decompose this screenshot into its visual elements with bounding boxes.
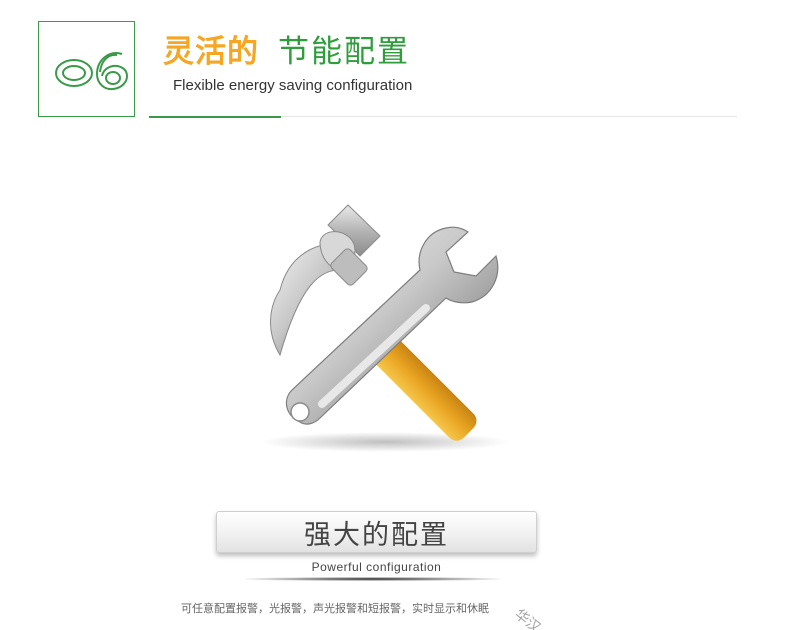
header-divider — [281, 116, 737, 117]
powerful-configuration-subtitle: Powerful configuration — [311, 560, 442, 574]
hammer-and-wrench-icon — [240, 190, 530, 465]
watermark-text: 华汉 — [511, 606, 544, 630]
subtitle: Flexible energy saving configuration — [173, 77, 413, 94]
feature-description: 可任意配置报警，光报警，声光报警和短报警，实时显示和休眠 — [181, 602, 489, 615]
title-main: 节能配置 — [278, 34, 410, 70]
decorative-shadow-line — [245, 577, 500, 581]
section-number-badge — [38, 21, 135, 117]
header-divider-accent — [149, 116, 281, 118]
title-highlight: 灵活的 — [163, 34, 259, 70]
powerful-configuration-label: 强大的配置 — [216, 511, 537, 553]
section-number-graphic — [55, 52, 129, 91]
